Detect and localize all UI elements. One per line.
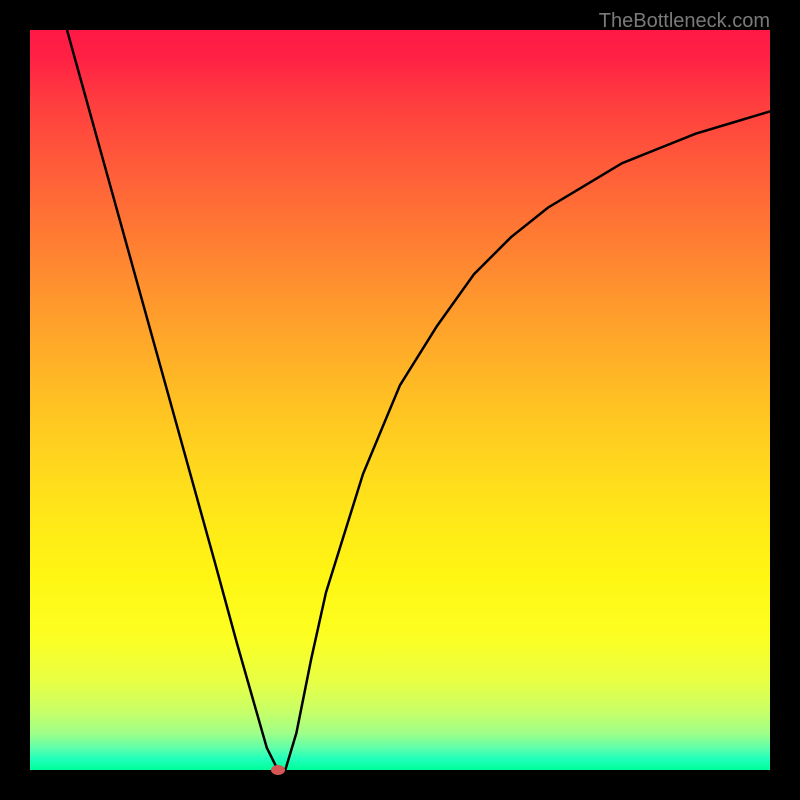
chart-plot-area [30, 30, 770, 770]
bottleneck-curve [30, 30, 770, 770]
optimal-point-marker [271, 765, 285, 775]
watermark-text: TheBottleneck.com [599, 10, 770, 33]
